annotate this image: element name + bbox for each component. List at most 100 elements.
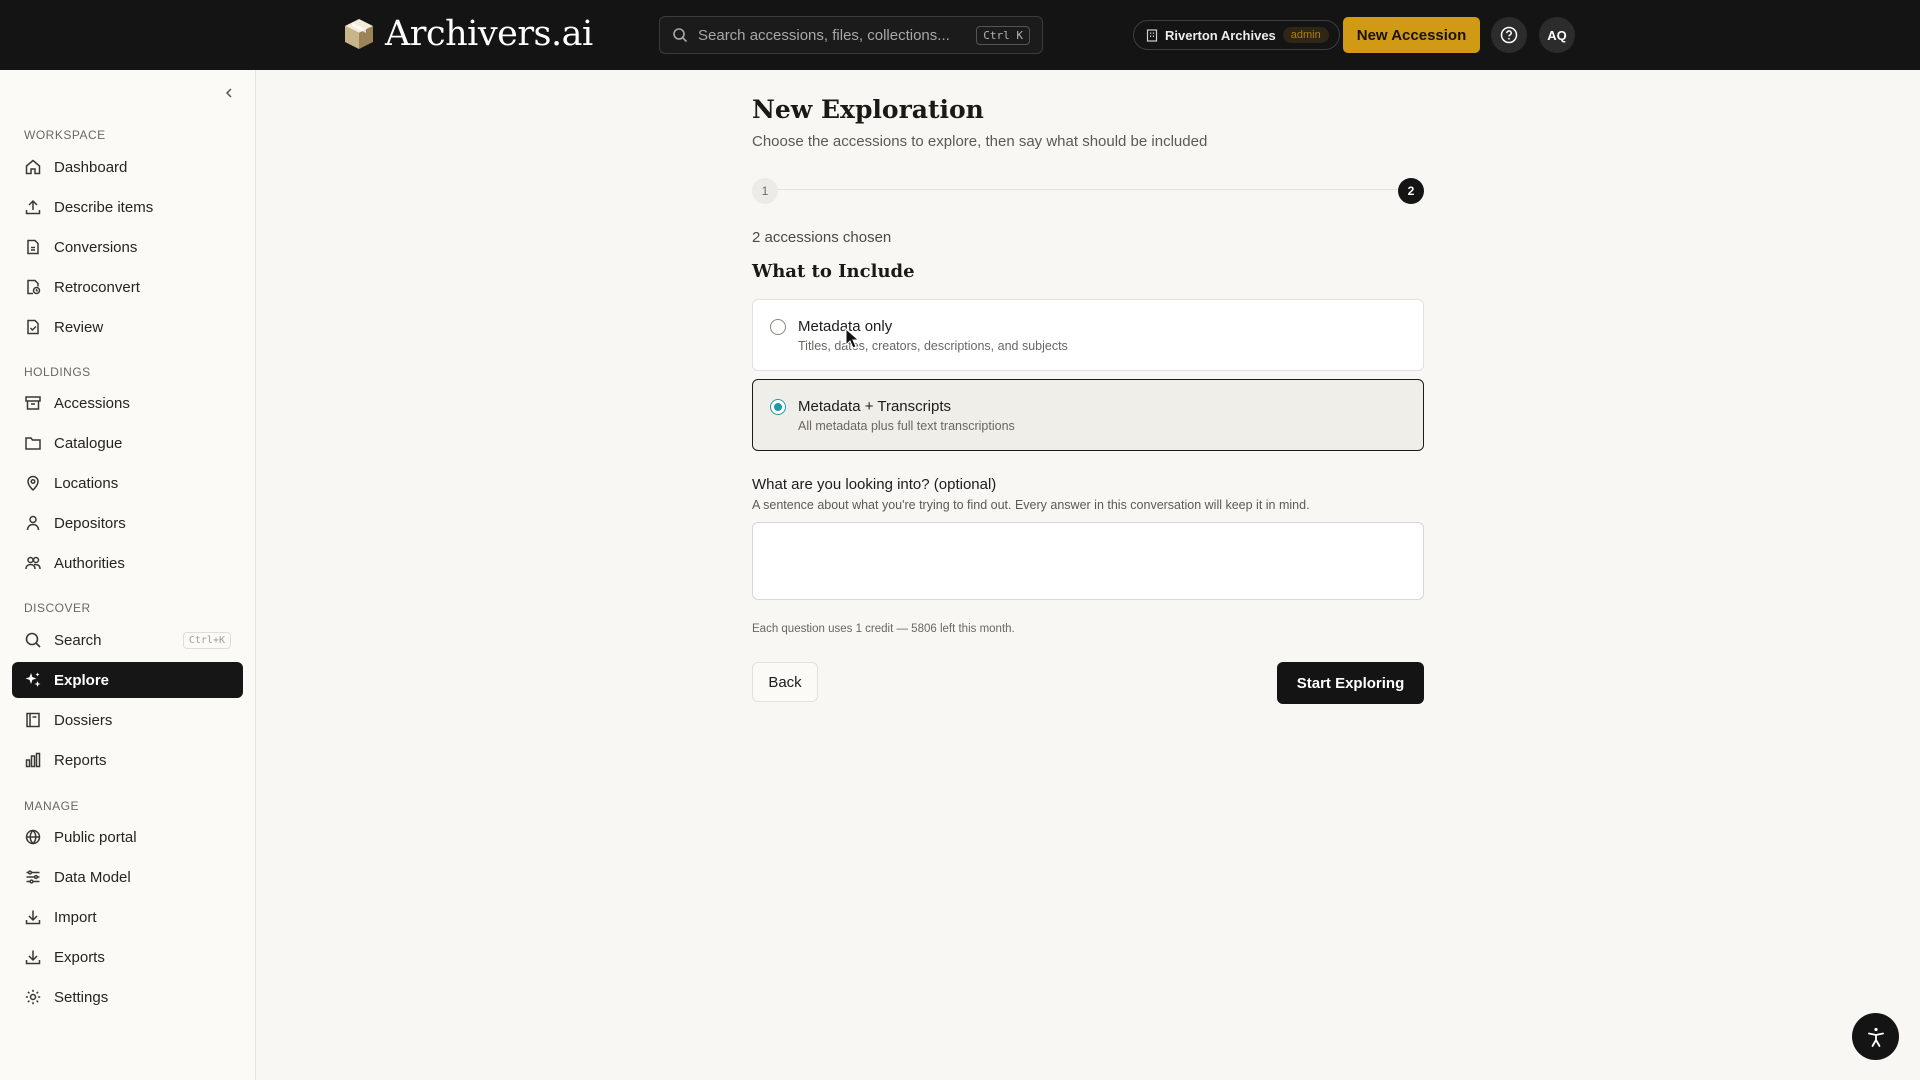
sidebar-item-label: Catalogue [54, 434, 123, 452]
sidebar-item-label: Explore [54, 671, 110, 689]
question-help: A sentence about what you're trying to f… [752, 498, 1310, 512]
stepper-line [778, 189, 1398, 190]
sidebar-item-describe-items[interactable]: Describe items [12, 189, 243, 225]
chevron-left-icon [225, 88, 232, 98]
file-convert-icon [27, 239, 39, 255]
sidebar-item-retroconvert[interactable]: Retroconvert [12, 269, 243, 305]
sidebar-item-review[interactable]: Review [12, 309, 243, 345]
stepper: 1 2 [752, 175, 1424, 205]
sidebar-item-public-portal[interactable]: Public portal [12, 819, 243, 855]
org-name: Riverton Archives [1165, 27, 1276, 43]
sidebar-item-conversions[interactable]: Conversions [12, 229, 243, 265]
option-description: Titles, dates, creators, descriptions, a… [798, 339, 1068, 353]
export-icon [25, 950, 41, 965]
sidebar-item-exports[interactable]: Exports [12, 939, 243, 975]
sidebar-item-catalogue[interactable]: Catalogue [12, 425, 243, 461]
option-metadata-transcripts[interactable]: Metadata + Transcripts All metadata plus… [752, 379, 1424, 451]
start-exploring-button[interactable]: Start Exploring [1277, 662, 1424, 704]
help-circle-icon [1500, 26, 1518, 44]
back-button[interactable]: Back [752, 662, 818, 702]
radio-metadata-transcripts[interactable] [770, 399, 786, 415]
global-search[interactable]: Search accessions, files, collections...… [659, 16, 1043, 54]
sidebar-item-label: Exports [54, 948, 105, 966]
accessibility-button[interactable] [1852, 1013, 1899, 1060]
sliders-icon [26, 870, 40, 884]
file-check-icon [27, 319, 39, 335]
radio-metadata-only[interactable] [770, 319, 786, 335]
globe-icon [25, 829, 41, 845]
question-label: What are you looking into? (optional) [752, 476, 997, 493]
sidebar-item-dossiers[interactable]: Dossiers [12, 702, 243, 738]
mouse-cursor-icon [845, 328, 860, 349]
sidebar-item-label: Dashboard [54, 158, 128, 176]
sidebar-item-authorities[interactable]: Authorities [12, 545, 243, 581]
users-icon [25, 556, 41, 570]
search-icon [673, 28, 688, 43]
sidebar-item-label: Conversions [54, 238, 138, 256]
search-shortcut: Ctrl K [976, 25, 1030, 45]
sidebar-item-import[interactable]: Import [12, 899, 243, 935]
sidebar-item-label: Public portal [54, 828, 137, 846]
sidebar-item-label: Settings [54, 988, 109, 1006]
sidebar-item-label: Data Model [54, 868, 131, 886]
section-discover: DISCOVER [24, 601, 91, 615]
folder-icon [25, 437, 41, 450]
gear-icon [25, 989, 41, 1005]
sidebar-item-label: Describe items [54, 198, 154, 216]
brand[interactable]: Archivers.ai [343, 14, 593, 54]
sidebar-item-locations[interactable]: Locations [12, 465, 243, 501]
bar-chart-icon [25, 752, 41, 768]
user-icon [26, 515, 40, 531]
download-icon [25, 910, 41, 925]
avatar[interactable]: AQ [1539, 17, 1575, 53]
sidebar-item-label: Dossiers [54, 711, 113, 729]
sidebar-item-settings[interactable]: Settings [12, 979, 243, 1015]
sidebar-item-reports[interactable]: Reports [12, 742, 243, 778]
option-label: Metadata + Transcripts [798, 398, 951, 415]
sidebar-item-search[interactable]: Search Ctrl+K [12, 622, 243, 658]
section-holdings: HOLDINGS [24, 365, 91, 379]
main-content: New Exploration Choose the accessions to… [752, 95, 1424, 704]
section-manage: MANAGE [24, 799, 80, 813]
org-switcher[interactable]: Riverton Archives admin [1133, 20, 1340, 50]
credits-note: Each question uses 1 credit — 5806 left … [752, 623, 1015, 635]
help-button[interactable] [1491, 17, 1527, 53]
sidebar-item-label: Retroconvert [54, 278, 140, 296]
sidebar-item-explore[interactable]: Explore [12, 662, 243, 698]
sidebar-item-label: Reports [54, 751, 107, 769]
question-textarea[interactable] [752, 522, 1424, 600]
page-title: New Exploration [752, 95, 984, 124]
sidebar-item-label: Search [54, 631, 102, 649]
archive-box-icon [25, 396, 41, 410]
brand-name: Archivers.ai [385, 14, 593, 54]
sidebar-item-label: Authorities [54, 554, 125, 572]
upload-icon [25, 199, 41, 215]
sidebar-item-depositors[interactable]: Depositors [12, 505, 243, 541]
sparkles-icon [25, 672, 41, 687]
home-icon [25, 159, 41, 175]
new-accession-button[interactable]: New Accession [1343, 17, 1480, 53]
search-placeholder: Search accessions, files, collections... [698, 26, 950, 44]
sidebar: WORKSPACE Dashboard Describe items Conve… [0, 70, 256, 1080]
include-heading: What to Include [752, 261, 915, 282]
sidebar-item-label: Import [54, 908, 97, 926]
building-icon [1146, 28, 1158, 42]
accessions-chosen-count: 2 accessions chosen [752, 229, 892, 246]
sidebar-item-label: Depositors [54, 514, 126, 532]
sidebar-item-data-model[interactable]: Data Model [12, 859, 243, 895]
sidebar-item-label: Accessions [54, 394, 130, 412]
step-2: 2 [1398, 178, 1424, 204]
sidebar-item-label: Review [54, 318, 104, 336]
role-badge: admin [1282, 27, 1329, 43]
search-shortcut-badge: Ctrl+K [182, 631, 231, 649]
accessibility-icon [1867, 1027, 1884, 1047]
archive-box-logo-icon [345, 19, 373, 49]
step-1[interactable]: 1 [752, 178, 778, 204]
sidebar-item-dashboard[interactable]: Dashboard [12, 149, 243, 185]
collapse-sidebar-button[interactable] [218, 82, 240, 104]
page-subtitle: Choose the accessions to explore, then s… [752, 133, 1208, 150]
sidebar-item-accessions[interactable]: Accessions [12, 385, 243, 421]
top-bar: Archivers.ai Search accessions, files, c… [0, 0, 1920, 70]
map-pin-icon [27, 475, 39, 492]
search-icon [25, 632, 41, 648]
